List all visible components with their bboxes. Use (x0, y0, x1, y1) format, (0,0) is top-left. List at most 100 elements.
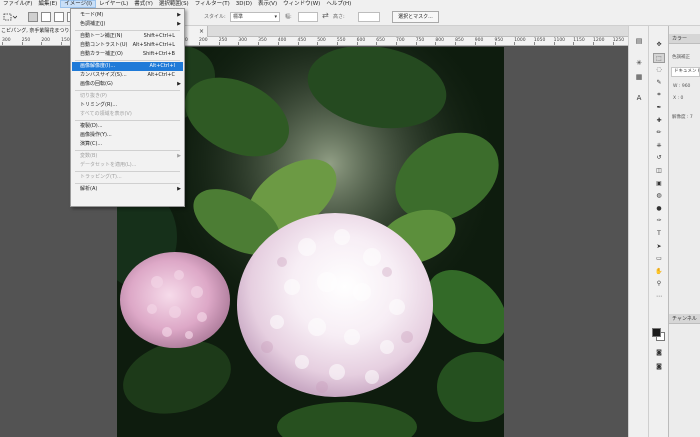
ruler-tick-mark (336, 42, 338, 45)
image-menu-item[interactable]: 画像解像度(I)... Alt+Ctrl+I (72, 62, 183, 71)
ruler-tick-label: 1100 (553, 38, 566, 43)
swatches-icon[interactable]: ▦ (633, 72, 645, 82)
image-menu-item[interactable]: カンバスサイズ(S)... Alt+Ctrl+C (72, 71, 183, 80)
subtract-selection-icon[interactable] (54, 12, 64, 22)
ruler-tick-mark (218, 42, 220, 45)
stamp-tool-icon[interactable]: ⎈ (653, 141, 665, 151)
ruler-tick-label: 1000 (514, 38, 526, 43)
submenu-arrow-icon: ▶ (177, 81, 181, 87)
menu-item-label: 画像解像度(I)... (80, 63, 116, 69)
healing-tool-icon[interactable]: ✚ (653, 116, 665, 126)
menu-item-label: 自動コントラスト(U) (80, 42, 128, 48)
ruler-tick-mark (317, 42, 319, 45)
menu-item-label: 画像の回転(G) (80, 81, 113, 87)
menu-layer[interactable]: レイヤー(L) (96, 0, 131, 8)
swap-icon[interactable]: ⇄ (322, 11, 329, 20)
menu-3d[interactable]: 3D(D) (233, 0, 255, 8)
rectangle-tool-icon[interactable]: ▭ (653, 254, 665, 264)
ruler-tick-mark (2, 42, 3, 45)
blur-tool-icon[interactable]: ◍ (653, 191, 665, 201)
pen-tool-icon[interactable]: ✑ (653, 216, 665, 226)
width-input[interactable] (298, 12, 318, 22)
screen-mode-icon[interactable]: ◙ (653, 362, 665, 372)
ruler-tick-label: 450 (297, 38, 307, 43)
path-select-tool-icon[interactable]: ➤ (653, 242, 665, 252)
tools-panel: ✥ ⬚ ◌ ✎ ⌗ ✒ ✚ ✏ ⎈ ↺ ◫ ▣ ◍ ● ✑ T ➤ ▭ ✋ ⚲ ⋯ ◙ ◙ (648, 26, 668, 437)
menu-view[interactable]: 表示(V) (255, 0, 280, 8)
ruler-tick-mark (573, 42, 575, 45)
menu-separator (75, 120, 180, 121)
move-tool-icon[interactable]: ✥ (653, 40, 665, 50)
ruler-tick-label: 950 (494, 38, 504, 43)
menu-item-label: トリミング(R)... (80, 102, 118, 108)
chevron-down-icon: ▾ (274, 14, 277, 20)
image-menu-item[interactable]: 画像操作(Y)... (72, 131, 183, 140)
ruler-tick-mark (199, 42, 200, 45)
image-menu-item[interactable]: モード(M) ▶ (72, 11, 183, 20)
ruler-tick-label: 750 (415, 38, 425, 43)
close-icon[interactable]: × (199, 26, 204, 37)
image-menu-item[interactable]: 自動コントラスト(U) Alt+Shift+Ctrl+L (72, 41, 183, 50)
ruler-tick-mark (376, 42, 378, 45)
menu-image[interactable]: イメージ(I) (60, 0, 97, 8)
ruler-tick-mark (238, 42, 240, 45)
marquee-preset-icon[interactable] (3, 12, 18, 22)
image-menu-item[interactable]: 色調補正(J) ▶ (72, 20, 183, 29)
quick-mask-icon[interactable]: ◙ (653, 348, 665, 358)
dodge-tool-icon[interactable]: ● (653, 204, 665, 214)
style-select[interactable]: 標準 ▾ (230, 12, 280, 22)
gradient-tool-icon[interactable]: ▣ (653, 179, 665, 189)
ruler-tick-label: 800 (435, 38, 444, 43)
image-menu-item[interactable]: 画像の回転(G) ▶ (72, 80, 183, 89)
menu-separator (75, 150, 180, 151)
color-panel-tab[interactable]: カラー (669, 34, 700, 44)
menu-item-shortcut: Shift+Ctrl+L (143, 33, 175, 39)
quick-select-tool-icon[interactable]: ✎ (653, 78, 665, 88)
crop-tool-icon[interactable]: ⌗ (653, 90, 665, 100)
more-tools-icon[interactable]: ⋯ (653, 292, 665, 302)
menu-item-label: 切り抜き(P) (80, 93, 107, 99)
menu-file[interactable]: ファイル(F) (0, 0, 35, 8)
menu-type[interactable]: 書式(Y) (131, 0, 156, 8)
eyedropper-tool-icon[interactable]: ✒ (653, 103, 665, 113)
history-brush-tool-icon[interactable]: ↺ (653, 153, 665, 163)
image-menu-item[interactable]: 演算(C)... (72, 140, 183, 149)
menu-window[interactable]: ウィンドウ(W) (280, 0, 323, 8)
image-menu-item: トラッピング(T)... (72, 173, 183, 182)
menu-select[interactable]: 選択範囲(S) (156, 0, 192, 8)
select-and-mask-button[interactable]: 選択とマスク... (392, 11, 439, 23)
history-icon[interactable]: ▤ (633, 36, 645, 46)
image-menu-item[interactable]: 自動カラー補正(O) Shift+Ctrl+B (72, 50, 183, 59)
menu-help[interactable]: ヘルプ(H) (323, 0, 354, 8)
eraser-tool-icon[interactable]: ◫ (653, 166, 665, 176)
image-menu-item[interactable]: 自動トーン補正(N) Shift+Ctrl+L (72, 32, 183, 41)
image-menu-item[interactable]: 複製(D)... (72, 122, 183, 131)
channels-panel-tab[interactable]: チャンネル (669, 314, 700, 324)
ruler-tick-mark (297, 42, 299, 45)
ruler-tick-mark (533, 42, 535, 45)
brush-settings-icon[interactable]: ✳ (633, 58, 645, 68)
add-selection-icon[interactable] (41, 12, 51, 22)
submenu-arrow-icon: ▶ (177, 12, 181, 18)
zoom-tool-icon[interactable]: ⚲ (653, 279, 665, 289)
image-menu-item: データセットを適用(L)... (72, 161, 183, 170)
menu-item-label: すべての領域を表示(V) (80, 111, 132, 117)
image-menu-item: 切り抜き(P) (72, 92, 183, 101)
type-tool-icon[interactable]: T (653, 229, 665, 239)
menu-filter[interactable]: フィルター(T) (192, 0, 233, 8)
document-properties-field: ドキュメント (671, 67, 700, 77)
character-icon[interactable]: A (633, 93, 645, 103)
menu-item-label: 自動カラー補正(O) (80, 51, 123, 57)
ruler-tick-label: 200 (41, 38, 50, 43)
marquee-tool-icon[interactable]: ⬚ (653, 52, 665, 63)
image-menu-item[interactable]: トリミング(R)... (72, 101, 183, 110)
menu-edit[interactable]: 編集(E) (35, 0, 60, 8)
ruler-tick-label: 250 (218, 38, 228, 43)
new-selection-icon[interactable] (28, 12, 38, 22)
brush-tool-icon[interactable]: ✏ (653, 128, 665, 138)
hand-tool-icon[interactable]: ✋ (653, 267, 665, 277)
image-menu-item[interactable]: 解析(A) ▶ (72, 185, 183, 194)
height-input[interactable] (358, 12, 380, 22)
foreground-color-swatch[interactable] (652, 328, 661, 337)
lasso-tool-icon[interactable]: ◌ (653, 65, 665, 75)
